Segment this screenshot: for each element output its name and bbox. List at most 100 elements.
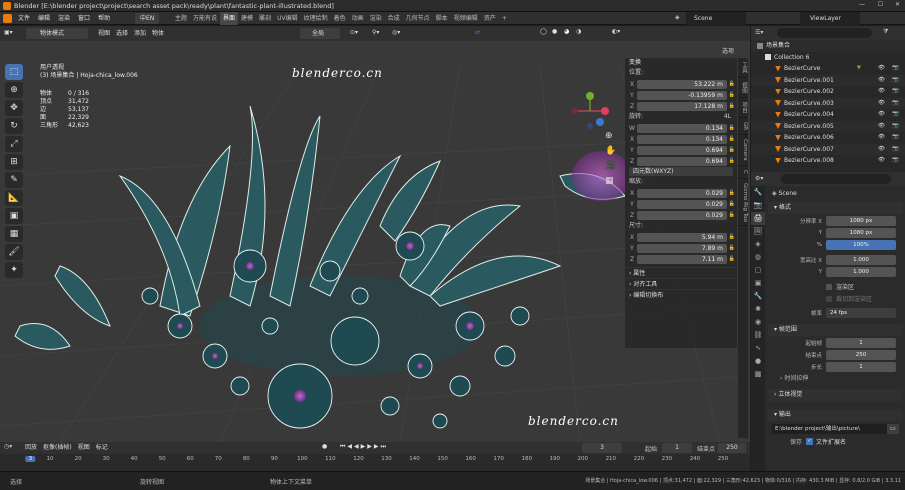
transform-orientation[interactable]: 全局 — [300, 28, 340, 39]
properties-search-input[interactable] — [781, 174, 891, 184]
outliner-search-input[interactable] — [777, 28, 872, 38]
dimensions-lock-icon-1[interactable]: 🔓 — [727, 245, 737, 251]
material-tab-icon[interactable]: ● — [751, 355, 765, 368]
scale-field-2[interactable]: 0.029 — [637, 210, 727, 220]
aspect-x-field[interactable]: 1.000 — [826, 254, 896, 265]
location-lock-icon-2[interactable]: 🔓 — [727, 103, 737, 109]
viewport-menu-3[interactable]: 物体 — [149, 26, 167, 41]
eye-icon[interactable]: 👁 — [878, 144, 885, 156]
timeline-editor-icon[interactable]: ◷▾ — [4, 443, 12, 450]
playback-controls-icon[interactable]: ⏮◀◀▶▶▶⏭ — [340, 443, 388, 451]
dimensions-field-0[interactable]: 5.94 m — [637, 232, 727, 242]
dimensions-field-2[interactable]: 7.11 m — [637, 254, 727, 264]
close-icon[interactable]: ✕ — [895, 1, 900, 8]
workspace-tab-2[interactable]: 界面 — [220, 12, 239, 25]
rotate-icon[interactable]: ↻ — [5, 118, 23, 134]
outliner-root[interactable]: 场景集合 — [751, 40, 905, 52]
workspace-tab-8[interactable]: 动画 — [349, 12, 367, 25]
camera-restrict-icon[interactable]: 📷 — [892, 121, 899, 133]
transform-icon[interactable]: ⊞ — [5, 154, 23, 170]
shading-wireframe-icon[interactable]: ◯ — [540, 28, 547, 35]
paint-icon[interactable]: 🖌 — [5, 244, 23, 260]
pan-hand-icon[interactable]: ✋ — [605, 146, 616, 156]
scale-field-1[interactable]: 0.029 — [637, 199, 727, 209]
physics-tab-icon[interactable]: ◉ — [751, 316, 765, 329]
timeline-start-field[interactable]: 1 — [662, 443, 692, 453]
dimensions-lock-icon-0[interactable]: 🔓 — [727, 234, 737, 240]
menu-item-0[interactable]: 文件 — [14, 12, 34, 25]
dimensions-field-1[interactable]: 7.89 m — [637, 243, 727, 253]
sidebar-tab-2[interactable]: 项目 — [738, 98, 748, 118]
overlay-icon[interactable]: ◐▾ — [612, 28, 620, 35]
location-field-0[interactable]: 53.222 m — [637, 79, 727, 89]
camera-restrict-icon[interactable]: 📷 — [892, 86, 899, 98]
outliner-item-4[interactable]: BezierCurve.004 👁 📷 — [751, 109, 905, 121]
viewport-menu-0[interactable]: 视图 — [95, 26, 113, 41]
timeline-ruler[interactable]: 3 10 20 30 40 50 60 70 80 90 100 110 120 130 140 150 160… — [22, 456, 750, 466]
maximize-icon[interactable]: ☐ — [878, 1, 883, 8]
timeline-menu-1[interactable]: 抠像(插帧) — [40, 442, 75, 454]
object-tab-icon[interactable]: ▣ — [751, 277, 765, 290]
move-icon[interactable]: ✥ — [5, 100, 23, 116]
workspace-tab-1[interactable]: 万能有说 — [190, 12, 220, 25]
workspace-tab-14[interactable]: 资产 — [481, 12, 499, 25]
add-cube-icon[interactable]: ▣ — [5, 208, 23, 224]
sidebar-tab-1[interactable]: 视图 — [738, 78, 748, 98]
options-button[interactable]: 选项 — [722, 46, 734, 55]
sidebar-tab-4[interactable]: Camera — [738, 135, 748, 166]
editor-type-icon[interactable]: ▣▾ — [4, 29, 13, 36]
outliner-collection[interactable]: Collection 6 — [751, 52, 905, 64]
menu-item-3[interactable]: 窗口 — [74, 12, 94, 25]
npanel-section-1[interactable]: › 对齐工具 — [625, 278, 737, 289]
select-box-icon[interactable]: ⬚ — [5, 64, 23, 80]
record-icon[interactable]: ● — [322, 443, 327, 450]
time-stretch-section[interactable]: › 时间拉伸 — [768, 373, 903, 384]
npanel-section-0[interactable]: › 属性 — [625, 267, 737, 278]
scale-lock-icon-0[interactable]: 🔓 — [727, 190, 737, 196]
gizmo-toggle-icon[interactable]: ⇄ — [475, 29, 480, 36]
frame-end-field[interactable]: 250 — [826, 349, 896, 360]
mode-selector[interactable]: 物体模式 — [26, 28, 88, 39]
tool-tab-icon[interactable]: 🔧 — [751, 186, 765, 199]
aspect-y-field[interactable]: 1.000 — [826, 266, 896, 277]
rotation-lock-icon-3[interactable]: 🔓 — [727, 158, 737, 164]
rotation-field-0[interactable]: 0.134 — [637, 123, 727, 133]
format-section[interactable]: ▾ 格式 — [768, 202, 903, 214]
render-tab-icon[interactable]: 📷 — [751, 199, 765, 212]
file-extension-checkbox[interactable]: ✓ — [806, 438, 813, 445]
collection-tab-icon[interactable]: ▢ — [751, 264, 765, 277]
pivot-icon[interactable]: ⊙▾ — [350, 29, 358, 36]
timeline-menu-3[interactable]: 标记 — [93, 442, 111, 454]
location-field-1[interactable]: -0.13959 m — [637, 90, 727, 100]
shading-material-icon[interactable]: ◕ — [564, 28, 569, 35]
fps-dropdown[interactable]: 24 fps — [826, 307, 896, 318]
ortho-grid-icon[interactable]: ▦ — [605, 176, 614, 186]
rotation-lock-icon-2[interactable]: 🔓 — [727, 147, 737, 153]
rotation-mode-dropdown[interactable]: 四元数(WXYZ) — [629, 167, 733, 176]
workspace-tab-13[interactable]: 视频编辑 — [451, 12, 481, 25]
dimensions-lock-icon-2[interactable]: 🔓 — [727, 256, 737, 262]
workspace-tab-7[interactable]: 着色 — [331, 12, 349, 25]
viewlayer-selector[interactable]: ViewLayer — [800, 12, 860, 25]
workspace-tab-3[interactable]: 建模 — [238, 12, 256, 25]
shading-rendered-icon[interactable]: ◑ — [576, 28, 581, 35]
modifier-tab-icon[interactable]: 🔧 — [751, 290, 765, 303]
outliner-item-2[interactable]: BezierCurve.002 👁 📷 — [751, 86, 905, 98]
workspace-tab-5[interactable]: UV编辑 — [274, 12, 301, 25]
viewport-menu-2[interactable]: 添加 — [131, 26, 149, 41]
eye-icon[interactable]: 👁 — [878, 132, 885, 144]
shading-solid-icon[interactable]: ● — [552, 28, 557, 35]
cursor-icon[interactable]: ⊕ — [5, 82, 23, 98]
zoom-icon[interactable]: ⊕ — [605, 131, 613, 141]
timeline-menu-0[interactable]: 回放 — [22, 442, 40, 454]
workspace-tab-12[interactable]: 脚本 — [433, 12, 451, 25]
crop-checkbox[interactable] — [826, 283, 832, 290]
outliner-item-8[interactable]: BezierCurve.008 👁 📷 — [751, 155, 905, 167]
timeline-end-field[interactable]: 250 — [718, 443, 746, 453]
grid-icon[interactable]: ▦ — [5, 226, 23, 242]
crop-sub-checkbox[interactable] — [826, 295, 832, 302]
data-tab-icon[interactable]: ∿ — [751, 342, 765, 355]
texture-tab-icon[interactable]: ▩ — [751, 368, 765, 381]
stereoscopy-section[interactable]: › 立体视觉 — [768, 389, 903, 401]
measure-icon[interactable]: 📐 — [5, 190, 23, 206]
